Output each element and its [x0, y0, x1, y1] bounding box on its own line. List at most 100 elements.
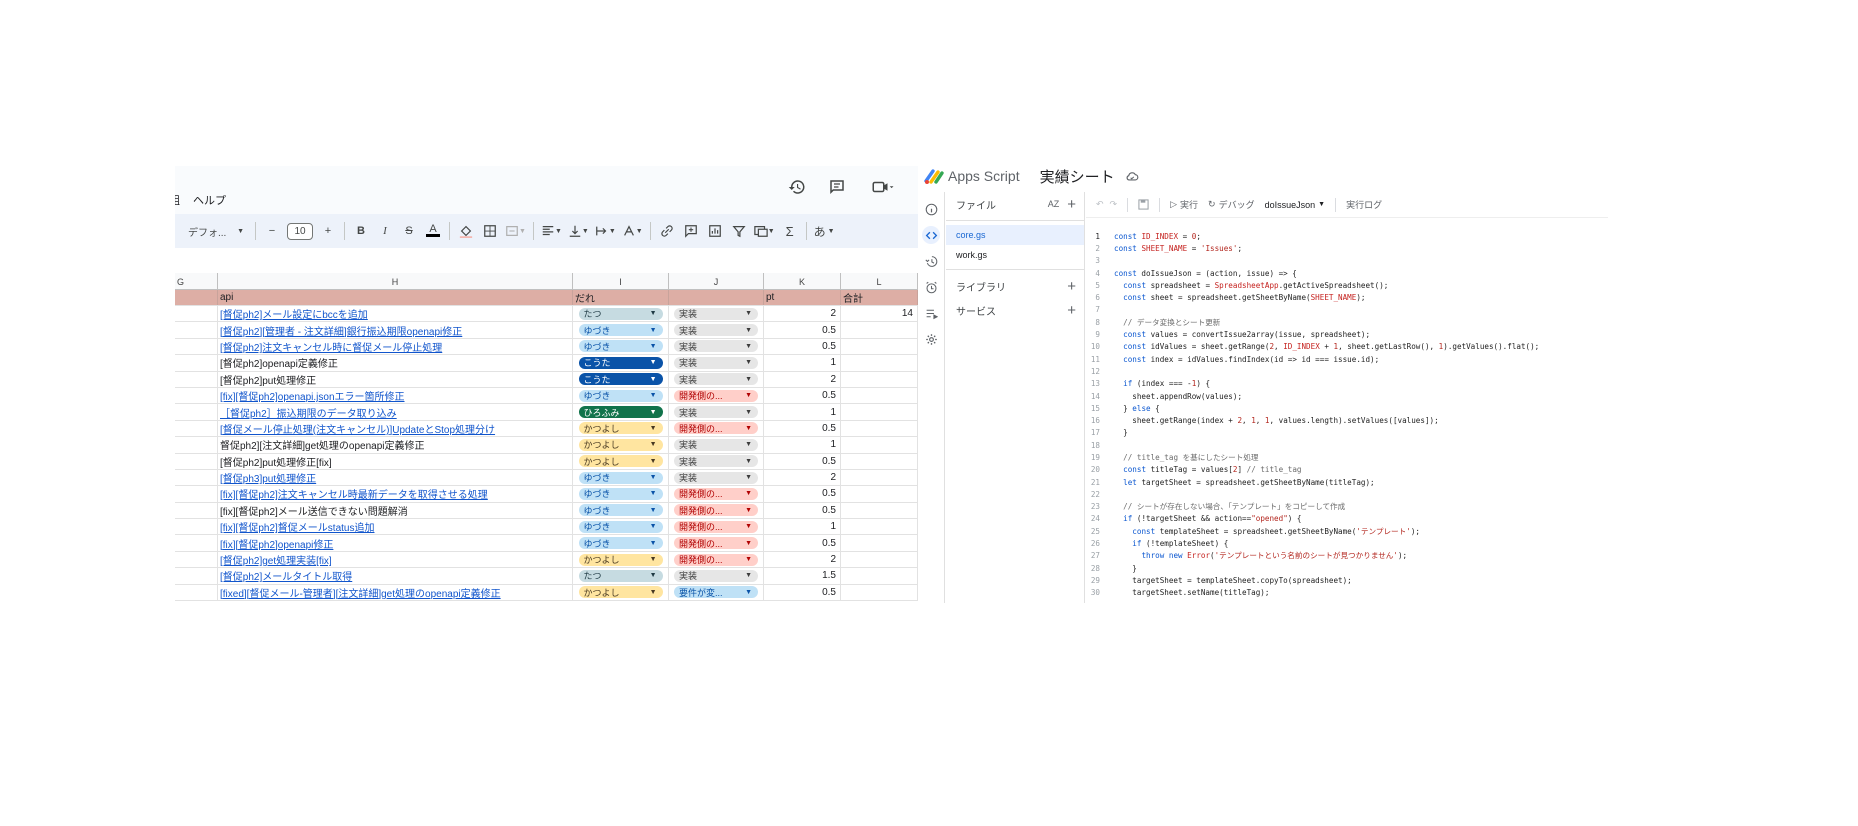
- editor-icon[interactable]: [922, 226, 940, 244]
- vertical-align-icon[interactable]: ▼: [568, 220, 589, 242]
- assignee-chip[interactable]: かつよし ▼: [578, 553, 663, 566]
- run-button[interactable]: ▷ 実行: [1170, 198, 1198, 211]
- alarm-clock-icon[interactable]: [922, 278, 940, 296]
- code-line[interactable]: 28 }: [1086, 562, 1608, 574]
- cell-task[interactable]: ［督促ph2］振込期限のデータ取り込み: [218, 404, 573, 420]
- cell-pt[interactable]: 2: [764, 306, 841, 322]
- cell-g[interactable]: [175, 437, 218, 453]
- cell-pt[interactable]: 1: [764, 355, 841, 371]
- task-link[interactable]: [fix][督促ph2]督促メールstatus追加: [220, 519, 374, 534]
- debug-button[interactable]: ↻ デバッグ: [1208, 198, 1255, 211]
- services-section-header[interactable]: サービス +: [946, 298, 1084, 322]
- cell-assignee[interactable]: たつ ▼: [573, 568, 669, 584]
- code-line[interactable]: 22: [1086, 488, 1608, 500]
- code-line[interactable]: 20 const titleTag = values[2] // title_t…: [1086, 464, 1608, 476]
- status-chip[interactable]: 開発側の... ▼: [674, 553, 758, 566]
- task-link[interactable]: [fix][督促ph2]openapi修正: [220, 536, 333, 551]
- code-line[interactable]: 29 targetSheet = templateSheet.copyTo(sp…: [1086, 574, 1608, 586]
- task-link[interactable]: [fix][督促ph2]注文キャンセル時最新データを取得させる処理: [220, 486, 488, 501]
- redo-icon[interactable]: ↷: [1110, 199, 1118, 210]
- decrease-font-size-icon[interactable]: −: [263, 220, 281, 242]
- assignee-chip[interactable]: こうた ▼: [578, 373, 663, 386]
- status-chip[interactable]: 開発側の... ▼: [674, 520, 758, 533]
- cell-status[interactable]: 開発側の... ▼: [669, 551, 764, 568]
- cell-task[interactable]: [fix][督促ph2]注文キャンセル時最新データを取得させる処理: [218, 486, 573, 502]
- header-cell[interactable]: [175, 290, 218, 305]
- task-link[interactable]: [督促ph2]注文キャンセル時に督促メール停止処理: [220, 339, 442, 354]
- cell-total[interactable]: [841, 371, 918, 387]
- task-link[interactable]: [督促ph2]メールタイトル取得: [220, 568, 352, 583]
- cell-status[interactable]: 実装 ▼: [669, 338, 764, 355]
- code-line[interactable]: 13 if (index === -1) {: [1086, 378, 1608, 390]
- cell-assignee[interactable]: ゆづき ▼: [573, 338, 669, 355]
- cell-task[interactable]: [督促メール停止処理(注文キャンセル)]UpdateとStop処理分け: [218, 420, 573, 437]
- cell-task[interactable]: [督促ph2]get処理実装[fix]: [218, 551, 573, 568]
- bold-icon[interactable]: B: [352, 220, 370, 242]
- cell-pt[interactable]: 1: [764, 519, 841, 535]
- input-tools-icon[interactable]: あ ▼: [814, 220, 835, 242]
- cell-assignee[interactable]: かつよし ▼: [573, 420, 669, 437]
- cell-pt[interactable]: 2: [764, 551, 841, 568]
- italic-icon[interactable]: I: [376, 220, 394, 242]
- cell-pt[interactable]: 0.5: [764, 322, 841, 338]
- cell-status[interactable]: 実装 ▼: [669, 306, 764, 322]
- task-link[interactable]: ［督促ph2］振込期限のデータ取り込み: [220, 405, 397, 420]
- cell-status[interactable]: 開発側の... ▼: [669, 387, 764, 404]
- insert-comment-icon[interactable]: [682, 220, 700, 242]
- horizontal-align-icon[interactable]: ▼: [541, 220, 562, 242]
- project-title[interactable]: 実績シート: [1040, 166, 1115, 187]
- column-header[interactable]: H: [218, 273, 573, 290]
- status-chip[interactable]: 実装 ▼: [674, 438, 758, 451]
- code-line[interactable]: 23 // シートが存在しない場合、「テンプレート」をコピーして作成: [1086, 501, 1608, 513]
- cell-pt[interactable]: 2: [764, 469, 841, 486]
- status-chip[interactable]: 実装 ▼: [674, 324, 758, 337]
- assignee-chip[interactable]: ゆづき ▼: [578, 324, 663, 337]
- assignee-chip[interactable]: ゆづき ▼: [578, 537, 663, 550]
- cell-total[interactable]: [841, 322, 918, 338]
- cell-status[interactable]: 開発側の... ▼: [669, 420, 764, 437]
- cell-pt[interactable]: 1: [764, 404, 841, 420]
- code-line[interactable]: 5 const spreadsheet = SpreadsheetApp.get…: [1086, 279, 1608, 291]
- assignee-chip[interactable]: かつよし ▼: [578, 455, 663, 468]
- cell-total[interactable]: [841, 502, 918, 519]
- fill-color-icon[interactable]: [457, 220, 475, 242]
- cell-task[interactable]: [督促ph2][管理者 - 注文詳細]銀行振込期限openapi修正: [218, 322, 573, 338]
- cell-status[interactable]: 実装 ▼: [669, 404, 764, 420]
- assignee-chip[interactable]: ゆづき ▼: [578, 487, 663, 500]
- cell-task[interactable]: [督促ph2]openapi定義修正: [218, 355, 573, 371]
- cell-status[interactable]: 開発側の... ▼: [669, 486, 764, 502]
- menu-item-partial[interactable]: 組: [175, 192, 180, 208]
- cell-total[interactable]: [841, 551, 918, 568]
- assignee-chip[interactable]: かつよし ▼: [578, 422, 663, 435]
- status-chip[interactable]: 開発側の... ▼: [674, 504, 758, 517]
- filter-views-icon[interactable]: ▼: [753, 220, 775, 242]
- cell-total[interactable]: [841, 486, 918, 502]
- cell-g[interactable]: [175, 306, 218, 322]
- text-wrap-icon[interactable]: ▼: [595, 220, 616, 242]
- cell-total[interactable]: [841, 338, 918, 355]
- task-link[interactable]: [督促ph3]put処理修正: [220, 470, 316, 485]
- cell-status[interactable]: 実装 ▼: [669, 469, 764, 486]
- add-service-icon[interactable]: +: [1067, 302, 1076, 319]
- cell-g[interactable]: [175, 486, 218, 502]
- cell-assignee[interactable]: ゆづき ▼: [573, 469, 669, 486]
- text-rotation-icon[interactable]: ▼: [622, 220, 643, 242]
- cell-assignee[interactable]: ゆづき ▼: [573, 502, 669, 519]
- executions-icon[interactable]: [922, 304, 940, 322]
- cell-g[interactable]: [175, 371, 218, 387]
- status-chip[interactable]: 実装 ▼: [674, 455, 758, 468]
- sort-az-icon[interactable]: AZ: [1048, 199, 1060, 209]
- code-line[interactable]: 14 sheet.appendRow(values);: [1086, 390, 1608, 402]
- cell-assignee[interactable]: ゆづき ▼: [573, 387, 669, 404]
- cell-pt[interactable]: 0.5: [764, 502, 841, 519]
- status-chip[interactable]: 実装 ▼: [674, 307, 758, 320]
- cell-task[interactable]: [fix][督促ph2]openapi.jsonエラー箇所修正: [218, 387, 573, 404]
- cell-task[interactable]: [fix][督促ph2]督促メールstatus追加: [218, 519, 573, 535]
- code-line[interactable]: 10 const idValues = sheet.getRange(2, ID…: [1086, 341, 1608, 353]
- column-header[interactable]: G: [175, 273, 218, 290]
- cell-status[interactable]: 要件が変... ▼: [669, 584, 764, 601]
- overview-icon[interactable]: [922, 200, 940, 218]
- code-line[interactable]: 25 const templateSheet = spreadsheet.get…: [1086, 525, 1608, 537]
- strikethrough-icon[interactable]: S: [400, 220, 418, 242]
- cell-g[interactable]: [175, 404, 218, 420]
